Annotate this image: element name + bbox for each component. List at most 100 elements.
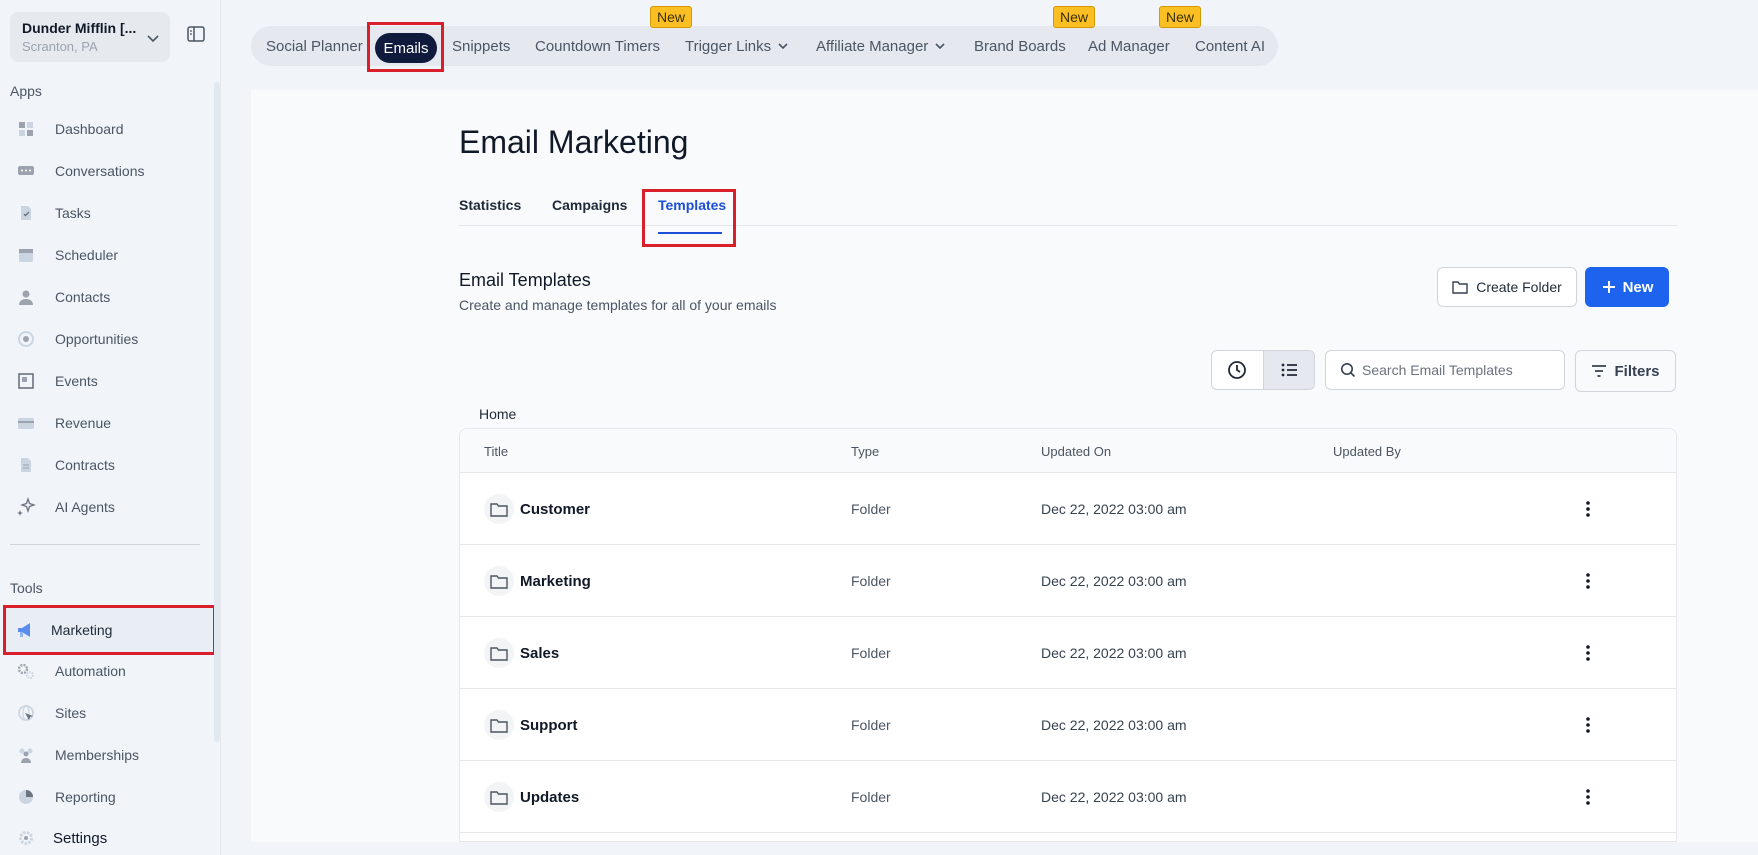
tab-social-planner[interactable]: Social Planner — [266, 26, 363, 66]
column-header-updated-by[interactable]: Updated By — [1333, 429, 1401, 473]
sidebar-divider — [10, 544, 200, 545]
column-header-title[interactable]: Title — [484, 429, 508, 473]
column-header-updated-on[interactable]: Updated On — [1041, 429, 1111, 473]
sidebar-item-events[interactable]: Events — [10, 361, 210, 401]
row-type: Folder — [851, 789, 891, 805]
sidebar-item-settings[interactable]: Settings — [10, 818, 210, 855]
tab-trigger-links[interactable]: Trigger Links — [685, 26, 789, 66]
tab-emails[interactable]: Emails — [375, 33, 437, 63]
sidebar-item-label: Dashboard — [55, 121, 124, 137]
table-header: Title Type Updated On Updated By — [460, 429, 1676, 473]
sidebar-item-automation[interactable]: Automation — [10, 651, 210, 691]
sidebar-item-reporting[interactable]: Reporting — [10, 777, 210, 817]
more-options-icon[interactable] — [1578, 571, 1598, 591]
column-header-type[interactable]: Type — [851, 429, 879, 473]
sparkle-icon — [16, 497, 36, 517]
section-subtitle: Create and manage templates for all of y… — [459, 297, 777, 313]
tab-content-ai[interactable]: Content AI — [1195, 26, 1265, 66]
more-options-icon[interactable] — [1578, 787, 1598, 807]
row-type: Folder — [851, 501, 891, 517]
new-badge: New — [1159, 6, 1202, 28]
gears-icon — [16, 661, 36, 681]
folder-icon — [484, 638, 514, 668]
table-row[interactable]: Customer Folder Dec 22, 2022 03:00 am — [460, 473, 1676, 545]
row-title-cell: Customer — [484, 473, 590, 545]
row-updated-on: Dec 22, 2022 03:00 am — [1041, 645, 1187, 661]
folder-icon — [1452, 281, 1468, 294]
row-title[interactable]: Sales — [520, 645, 559, 662]
sidebar-item-label: Contracts — [55, 457, 115, 473]
tab-ad-manager[interactable]: Ad Manager — [1088, 26, 1170, 66]
new-badge: New — [1053, 6, 1096, 28]
sidebar-item-scheduler[interactable]: Scheduler — [10, 235, 210, 275]
recent-view-button[interactable] — [1212, 351, 1263, 389]
chat-icon — [16, 161, 36, 181]
tab-statistics[interactable]: Statistics — [459, 184, 521, 226]
table-row[interactable]: Support Folder Dec 22, 2022 03:00 am — [460, 689, 1676, 761]
sidebar-item-tasks[interactable]: Tasks — [10, 193, 210, 233]
tab-brand-boards[interactable]: Brand Boards — [974, 26, 1066, 66]
list-icon — [1281, 363, 1297, 377]
target-icon — [16, 329, 36, 349]
create-folder-button[interactable]: Create Folder — [1437, 267, 1577, 307]
sidebar-item-label: Automation — [55, 663, 126, 679]
row-title[interactable]: Updates — [520, 789, 579, 806]
tab-countdown-timers[interactable]: Countdown Timers — [535, 26, 660, 66]
filters-button[interactable]: Filters — [1575, 350, 1676, 392]
sidebar-item-marketing[interactable]: Marketing — [3, 605, 216, 655]
sidebar-item-label: Contacts — [55, 289, 111, 305]
templates-table: Title Type Updated On Updated By Custome… — [459, 428, 1677, 842]
sidebar-item-revenue[interactable]: Revenue — [10, 403, 210, 443]
table-row[interactable]: Updates Folder Dec 22, 2022 03:00 am — [460, 761, 1676, 833]
sidebar-collapse-icon[interactable] — [186, 24, 206, 44]
credit-card-icon — [16, 413, 36, 433]
sidebar-item-sites[interactable]: Sites — [10, 693, 210, 733]
location-switcher[interactable]: Dunder Mifflin [... Scranton, PA — [10, 12, 170, 62]
row-title[interactable]: Support — [520, 717, 578, 734]
search-input[interactable] — [1362, 362, 1552, 378]
breadcrumb[interactable]: Home — [479, 406, 516, 422]
more-options-icon[interactable] — [1578, 643, 1598, 663]
sidebar-item-dashboard[interactable]: Dashboard — [10, 109, 210, 149]
sidebar-item-contracts[interactable]: Contracts — [10, 445, 210, 485]
sidebar-item-opportunities[interactable]: Opportunities — [10, 319, 210, 359]
table-row[interactable]: Sales Folder Dec 22, 2022 03:00 am — [460, 617, 1676, 689]
row-updated-on: Dec 22, 2022 03:00 am — [1041, 789, 1187, 805]
location-name: Dunder Mifflin [... — [22, 20, 137, 36]
more-options-icon[interactable] — [1578, 715, 1598, 735]
sidebar-item-label: Events — [55, 373, 98, 389]
new-template-button[interactable]: New — [1585, 267, 1669, 307]
row-updated-on: Dec 22, 2022 03:00 am — [1041, 501, 1187, 517]
sidebar: Dunder Mifflin [... Scranton, PA Apps Da… — [0, 0, 221, 855]
more-options-icon[interactable] — [1578, 499, 1598, 519]
sidebar-item-conversations[interactable]: Conversations — [10, 151, 210, 191]
document-icon — [16, 455, 36, 475]
tab-affiliate-manager[interactable]: Affiliate Manager — [816, 26, 946, 66]
row-title[interactable]: Marketing — [520, 573, 591, 590]
tasks-icon — [16, 203, 36, 223]
sidebar-scrollbar[interactable] — [214, 82, 220, 742]
chevron-down-icon — [147, 35, 159, 43]
tab-snippets[interactable]: Snippets — [452, 26, 510, 66]
sidebar-item-ai-agents[interactable]: AI Agents — [10, 487, 210, 527]
sidebar-item-label: Conversations — [55, 163, 145, 179]
sidebar-item-memberships[interactable]: Memberships — [10, 735, 210, 775]
table-row[interactable]: Marketing Folder Dec 22, 2022 03:00 am — [460, 545, 1676, 617]
sidebar-item-label: Settings — [53, 829, 108, 847]
apps-section-label: Apps — [10, 83, 42, 99]
tab-label: Trigger Links — [685, 37, 772, 55]
sidebar-item-contacts[interactable]: Contacts — [10, 277, 210, 317]
row-type: Folder — [851, 573, 891, 589]
row-title-cell: Updates — [484, 761, 579, 833]
megaphone-icon — [16, 620, 36, 640]
plus-icon — [1602, 281, 1615, 293]
list-view-button[interactable] — [1262, 351, 1314, 389]
row-type: Folder — [851, 645, 891, 661]
tab-campaigns[interactable]: Campaigns — [552, 184, 627, 226]
tools-section-label: Tools — [10, 580, 43, 596]
search-box — [1325, 350, 1565, 390]
sidebar-item-label: Marketing — [51, 622, 113, 638]
view-toggle — [1211, 350, 1315, 390]
folder-icon — [484, 494, 514, 524]
row-title[interactable]: Customer — [520, 501, 590, 518]
